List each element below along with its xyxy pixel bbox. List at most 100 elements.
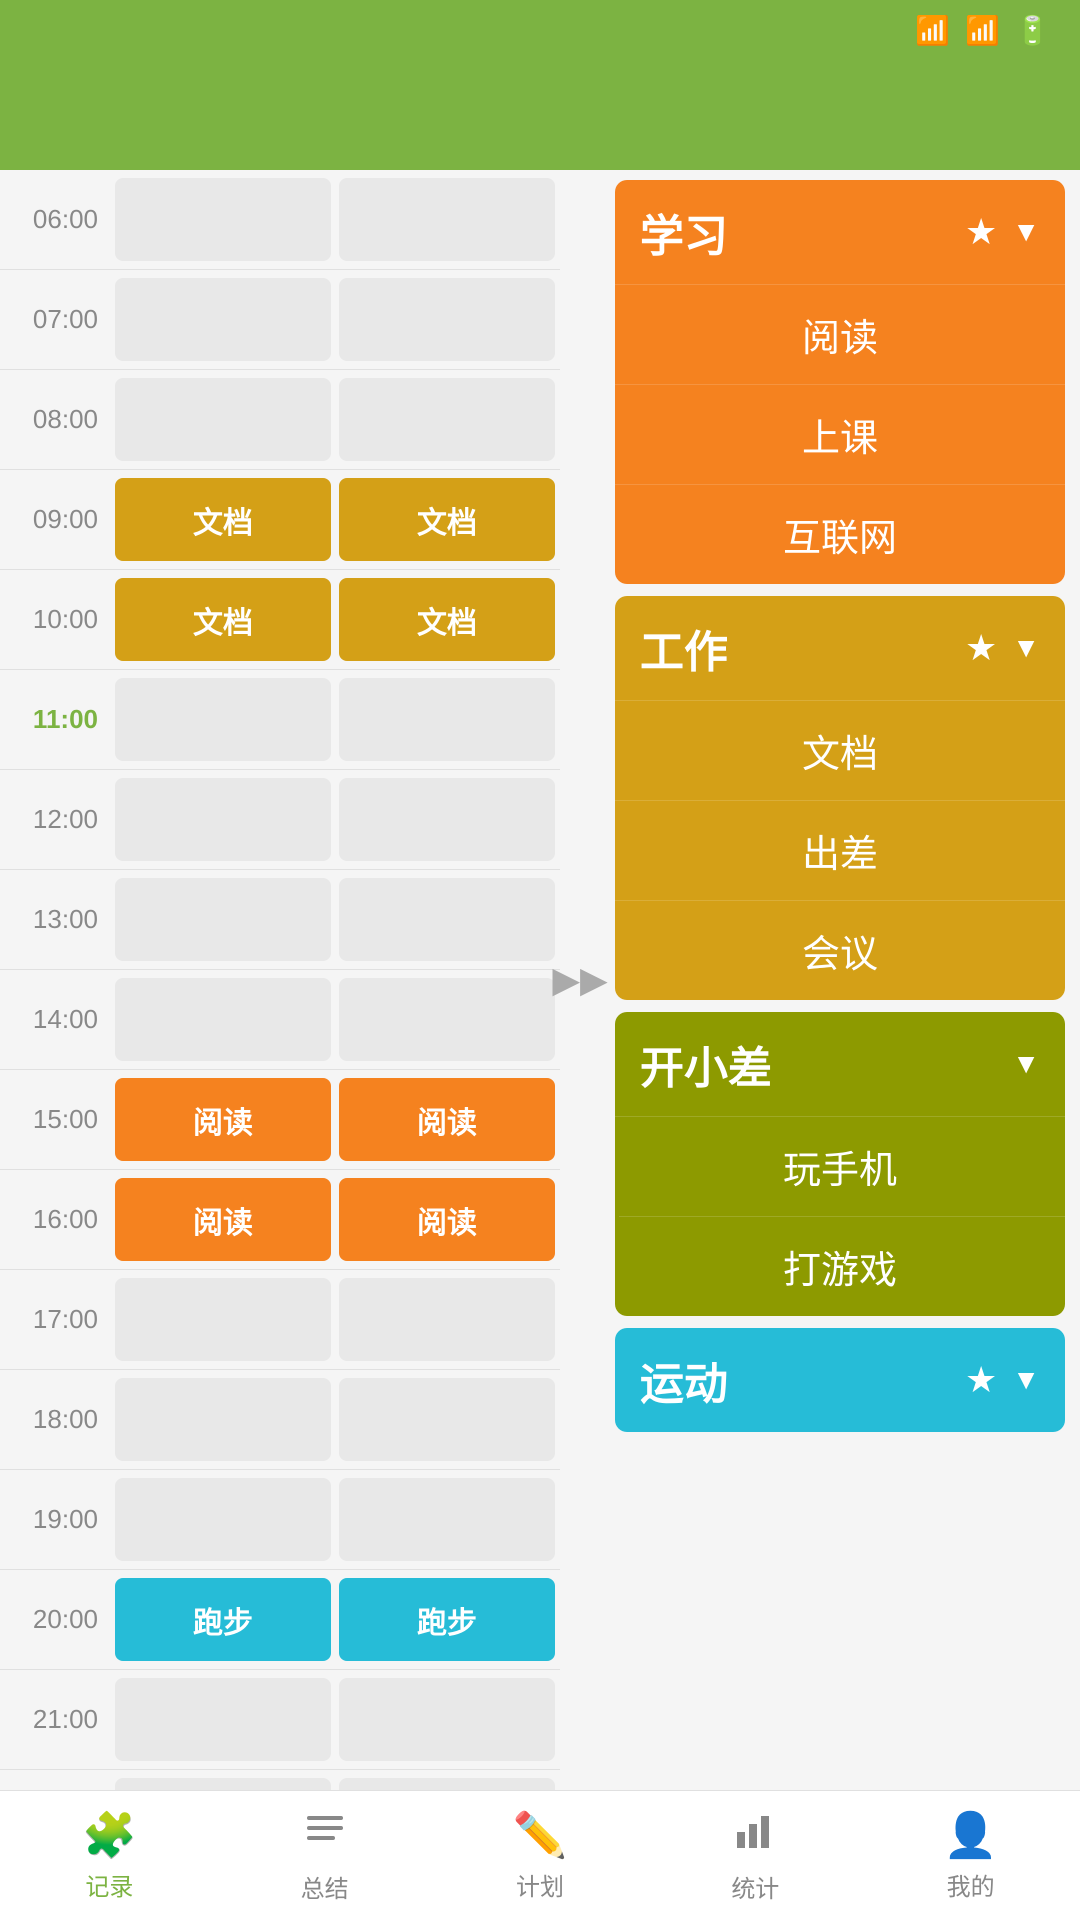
slot[interactable]: 文档 (115, 578, 331, 661)
nav-item-stats[interactable]: 统计 (731, 1808, 779, 1904)
category-item[interactable]: 玩手机 (615, 1116, 1065, 1216)
slot[interactable]: 文档 (339, 578, 555, 661)
category-title: 工作 (640, 616, 728, 680)
time-slots (110, 670, 560, 769)
time-label: 09:00 (0, 470, 110, 569)
category-header-icons: ▼ (1012, 1048, 1040, 1080)
time-label: 21:00 (0, 1670, 110, 1769)
slot[interactable] (115, 378, 331, 461)
slot[interactable]: 跑步 (339, 1578, 555, 1661)
time-row: 17:00 (0, 1270, 560, 1370)
stats-icon (733, 1808, 777, 1863)
time-row: 22:00 (0, 1770, 560, 1790)
chevron-down-icon: ▼ (1012, 216, 1040, 248)
category-item[interactable]: 出差 (615, 800, 1065, 900)
star-icon: ★ (965, 211, 997, 253)
slot[interactable]: 阅读 (115, 1078, 331, 1161)
slot[interactable] (115, 1778, 331, 1790)
side-panel-toggle[interactable]: ▶▶ (560, 170, 600, 1790)
category-header-icons: ★▼ (965, 1359, 1040, 1401)
category-header-sport[interactable]: 运动 ★▼ (615, 1328, 1065, 1432)
time-label: 11:00 (0, 670, 110, 769)
mine-label: 我的 (947, 1867, 995, 1902)
nav-item-mine[interactable]: 👤 我的 (943, 1809, 998, 1902)
time-row: 16:00阅读阅读 (0, 1170, 560, 1270)
time-label: 12:00 (0, 770, 110, 869)
nav-item-record[interactable]: 🧩 记录 (82, 1809, 137, 1902)
slot[interactable] (339, 178, 555, 261)
slot[interactable] (339, 1278, 555, 1361)
slot[interactable] (339, 778, 555, 861)
time-label: 10:00 (0, 570, 110, 669)
slot[interactable] (115, 278, 331, 361)
category-title: 开小差 (640, 1032, 772, 1096)
time-row: 11:00 (0, 670, 560, 770)
slot[interactable] (115, 1278, 331, 1361)
category-card-slack: 开小差 ▼ 玩手机打游戏 (615, 1012, 1065, 1316)
time-slots (110, 1670, 560, 1769)
category-item[interactable]: 会议 (615, 900, 1065, 1000)
slot[interactable]: 文档 (115, 478, 331, 561)
slot[interactable] (115, 1678, 331, 1761)
time-row: 14:00 (0, 970, 560, 1070)
slot[interactable] (115, 678, 331, 761)
category-title: 学习 (640, 200, 728, 264)
category-item[interactable]: 上课 (615, 384, 1065, 484)
time-row: 12:00 (0, 770, 560, 870)
time-slots: 文档文档 (110, 570, 560, 669)
time-row: 21:00 (0, 1670, 560, 1770)
slot[interactable] (339, 1778, 555, 1790)
slot[interactable] (115, 1378, 331, 1461)
slot[interactable]: 跑步 (115, 1578, 331, 1661)
time-label: 22:00 (0, 1770, 110, 1790)
slot[interactable] (339, 378, 555, 461)
slot[interactable] (339, 1378, 555, 1461)
record-label: 记录 (85, 1867, 133, 1902)
time-label: 15:00 (0, 1070, 110, 1169)
time-row: 06:00 (0, 170, 560, 270)
slot[interactable]: 阅读 (339, 1178, 555, 1261)
time-slots (110, 270, 560, 369)
slot[interactable] (115, 978, 331, 1061)
category-item[interactable]: 阅读 (615, 284, 1065, 384)
slot[interactable] (115, 178, 331, 261)
slot[interactable] (339, 978, 555, 1061)
category-header-study[interactable]: 学习 ★ ▼ (615, 180, 1065, 284)
star-icon: ★ (965, 1359, 997, 1401)
slot[interactable] (339, 1478, 555, 1561)
time-label: 17:00 (0, 1270, 110, 1369)
slot[interactable] (339, 678, 555, 761)
category-title: 运动 (640, 1348, 728, 1412)
time-slots: 文档文档 (110, 470, 560, 569)
category-items: 文档出差会议 (615, 700, 1065, 1000)
category-item[interactable]: 打游戏 (615, 1216, 1065, 1316)
stats-label: 统计 (731, 1869, 779, 1904)
slot[interactable] (339, 278, 555, 361)
status-icons: 📶 📶 🔋 (915, 14, 1050, 47)
time-label: 16:00 (0, 1170, 110, 1269)
slot[interactable] (115, 1478, 331, 1561)
battery-label: 🔋 (1015, 14, 1050, 47)
time-row: 20:00跑步跑步 (0, 1570, 560, 1670)
calendar-area: 06:0007:0008:0009:00文档文档10:00文档文档11:0012… (0, 170, 560, 1790)
category-item[interactable]: 文档 (615, 700, 1065, 800)
time-label: 19:00 (0, 1470, 110, 1569)
slot[interactable]: 文档 (339, 478, 555, 561)
slot[interactable] (339, 878, 555, 961)
slot[interactable] (115, 778, 331, 861)
time-slots (110, 1770, 560, 1790)
slot[interactable]: 阅读 (339, 1078, 555, 1161)
nav-item-summary[interactable]: 总结 (301, 1808, 349, 1904)
category-items: 玩手机打游戏 (615, 1116, 1065, 1316)
nav-item-plan[interactable]: ✏️ 计划 (513, 1809, 568, 1902)
time-row: 10:00文档文档 (0, 570, 560, 670)
category-header-work[interactable]: 工作★▼ (615, 596, 1065, 700)
signal-icon: 📶 (965, 14, 1000, 47)
slot[interactable] (115, 878, 331, 961)
time-label: 18:00 (0, 1370, 110, 1469)
slot[interactable]: 阅读 (115, 1178, 331, 1261)
slot[interactable] (339, 1678, 555, 1761)
category-header-slack[interactable]: 开小差 ▼ (615, 1012, 1065, 1116)
time-label: 07:00 (0, 270, 110, 369)
category-item[interactable]: 互联网 (615, 484, 1065, 584)
